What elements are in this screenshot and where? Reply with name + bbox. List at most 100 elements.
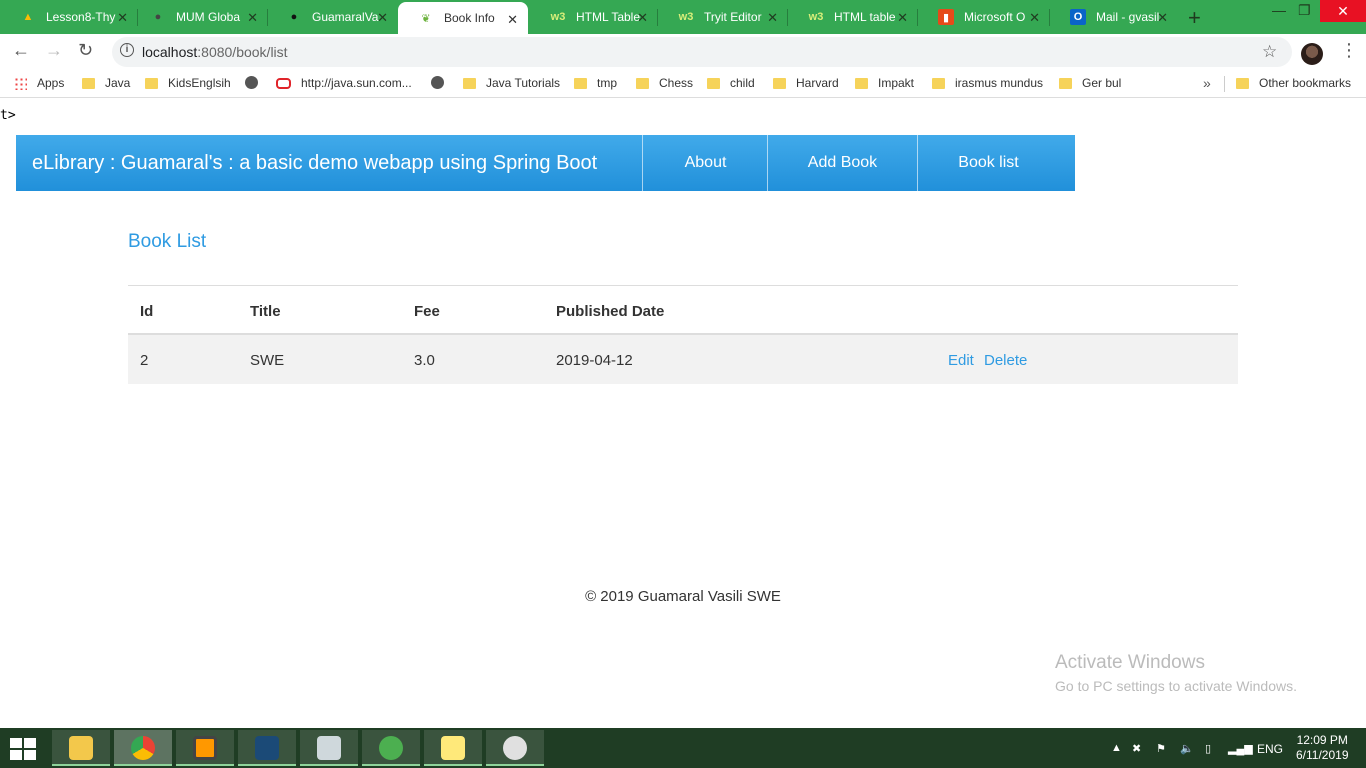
tab-html-table[interactable]: w3 HTML table ✕ — [788, 0, 918, 34]
bookmark-ger-bul[interactable]: Ger bul — [1059, 76, 1121, 90]
bookmark-harvard[interactable]: Harvard — [773, 76, 839, 90]
windows-start-icon[interactable] — [10, 738, 38, 760]
taskbar-paint[interactable] — [486, 730, 544, 766]
github-icon: ● — [290, 11, 298, 23]
more-bookmarks-icon[interactable]: » — [1203, 75, 1211, 91]
url-text[interactable]: localhost:8080/book/list — [142, 44, 288, 60]
spring-leaf-icon: ❦ — [421, 12, 431, 25]
tab-lesson8[interactable]: ▲ Lesson8-Thy ✕ — [0, 0, 138, 34]
paint-palette-icon — [503, 736, 527, 760]
cell-id: 2 — [140, 352, 149, 369]
nav-add-book[interactable]: Add Book — [767, 135, 917, 191]
close-icon[interactable]: ✕ — [1029, 10, 1040, 26]
forward-button[interactable]: → — [45, 40, 63, 61]
taskbar-sublime[interactable] — [176, 730, 234, 766]
bookmark-kidsenglsih[interactable]: KidsEnglsih — [145, 76, 231, 90]
tab-html-tables[interactable]: w3 HTML Table ✕ — [530, 0, 658, 34]
bookmark-irasmus-mundus[interactable]: irasmus mundus — [932, 76, 1043, 90]
folder-icon — [855, 77, 868, 89]
office-icon: ▮ — [938, 9, 954, 25]
nav-book-list[interactable]: Book list — [917, 135, 1059, 191]
bookmarks-bar: Apps Java KidsEnglsih http://java.sun.co… — [0, 70, 1366, 98]
close-icon[interactable]: ✕ — [1157, 10, 1168, 26]
watermark-title: Activate Windows — [1055, 652, 1205, 673]
browser-menu-icon[interactable]: ⋮ — [1340, 40, 1358, 61]
globe-icon — [431, 76, 444, 89]
page-footer: © 2019 Guamaral Vasili SWE — [585, 588, 781, 605]
system-clock[interactable]: 12:09 PM 6/11/2019 — [1296, 733, 1349, 763]
taskbar: ▲ ✖ ⚑ 🔈 ▯ ▂▄▆ ENG 12:09 PM 6/11/2019 — [0, 728, 1366, 768]
new-tab-button[interactable]: + — [1188, 5, 1201, 31]
taskbar-sticky-notes[interactable] — [424, 730, 482, 766]
column-header-fee: Fee — [414, 303, 440, 320]
profile-avatar[interactable] — [1301, 43, 1323, 65]
edit-link[interactable]: Edit — [948, 352, 974, 369]
tab-tryit-editor[interactable]: w3 Tryit Editor ✕ — [658, 0, 788, 34]
browser-toolbar: ← → ↻ i localhost:8080/book/list ☆ — [0, 34, 1366, 70]
bookmark-divider — [1224, 76, 1225, 92]
bookmark-java[interactable]: Java — [82, 76, 130, 90]
taskbar-spring-tool-suite[interactable] — [362, 730, 420, 766]
tab-github[interactable]: ● GuamaralVa ✕ — [266, 0, 398, 34]
bookmark-star-icon[interactable]: ☆ — [1262, 42, 1277, 62]
language-indicator[interactable]: ENG — [1257, 742, 1283, 756]
bookmark-child[interactable]: child — [707, 76, 755, 90]
watermark-subtitle: Go to PC settings to activate Windows. — [1055, 678, 1297, 694]
tab-mail[interactable]: O Mail - gvasil ✕ — [1050, 0, 1178, 34]
close-icon[interactable]: ✕ — [507, 12, 518, 28]
volume-icon[interactable]: 🔈 — [1180, 742, 1194, 755]
taskbar-mysql-workbench[interactable] — [238, 730, 296, 766]
flag-icon[interactable]: ⚑ — [1156, 742, 1166, 755]
back-button[interactable]: ← — [12, 40, 30, 61]
taskbar-task-app[interactable] — [300, 730, 358, 766]
close-icon[interactable]: ✕ — [117, 10, 128, 26]
battery-icon[interactable]: ▯ — [1205, 742, 1211, 755]
tab-title: HTML table — [834, 10, 896, 24]
tab-book-info[interactable]: ❦ Book Info ✕ — [398, 2, 528, 34]
close-icon[interactable]: ✕ — [637, 10, 648, 26]
window-close-button[interactable]: ✕ — [1320, 0, 1366, 22]
minimize-button[interactable]: — — [1272, 2, 1286, 18]
nav-about[interactable]: About — [642, 135, 768, 191]
reload-button[interactable]: ↻ — [78, 40, 93, 61]
bookmark-other[interactable]: Other bookmarks — [1236, 76, 1351, 90]
bookmark-impakt[interactable]: Impakt — [855, 76, 914, 90]
taskbar-chrome[interactable] — [114, 730, 172, 766]
close-icon[interactable]: ✕ — [897, 10, 908, 26]
monitor-app-icon — [317, 736, 341, 760]
bookmark-java-sun[interactable]: http://java.sun.com... — [276, 76, 412, 90]
tab-title: GuamaralVa — [312, 10, 379, 24]
activate-windows-watermark: Activate Windows Go to PC settings to ac… — [1055, 652, 1297, 694]
column-header-title: Title — [250, 303, 281, 320]
delete-link[interactable]: Delete — [984, 352, 1027, 369]
bookmark-java-tutorials[interactable]: Java Tutorials — [463, 76, 560, 90]
folder-icon — [82, 77, 95, 89]
bookmark-globe[interactable] — [245, 76, 268, 89]
brand-title[interactable]: eLibrary : Guamaral's : a basic demo web… — [32, 152, 597, 175]
tab-title: Lesson8-Thy — [46, 10, 116, 24]
info-icon[interactable]: i — [120, 43, 134, 57]
wifi-signal-icon[interactable]: ▂▄▆ — [1228, 742, 1253, 755]
sublime-text-icon — [193, 736, 217, 760]
network-warning-icon[interactable]: ✖ — [1132, 742, 1141, 755]
bookmark-apps[interactable]: Apps — [14, 76, 64, 90]
show-hidden-icons[interactable]: ▲ — [1111, 742, 1122, 754]
bookmark-tmp[interactable]: tmp — [574, 76, 617, 90]
bookmark-chess[interactable]: Chess — [636, 76, 693, 90]
clock-time: 12:09 PM — [1296, 733, 1348, 747]
globe-icon — [245, 76, 258, 89]
close-icon[interactable]: ✕ — [247, 10, 258, 26]
restore-button[interactable]: ❐ — [1298, 2, 1311, 19]
bookmark-globe-2[interactable] — [431, 76, 454, 89]
tab-mum-global[interactable]: ● MUM Globa ✕ — [130, 0, 268, 34]
cell-title: SWE — [250, 352, 285, 369]
address-bar[interactable]: i localhost:8080/book/list ☆ — [112, 37, 1292, 67]
close-icon[interactable]: ✕ — [767, 10, 778, 26]
w3schools-icon: w3 — [550, 11, 566, 23]
taskbar-file-explorer[interactable] — [52, 730, 110, 766]
tab-microsoft-office[interactable]: ▮ Microsoft O ✕ — [918, 0, 1050, 34]
close-icon[interactable]: ✕ — [377, 10, 388, 26]
file-explorer-icon — [69, 736, 93, 760]
mysql-workbench-icon — [255, 736, 279, 760]
clock-date: 6/11/2019 — [1296, 748, 1349, 762]
